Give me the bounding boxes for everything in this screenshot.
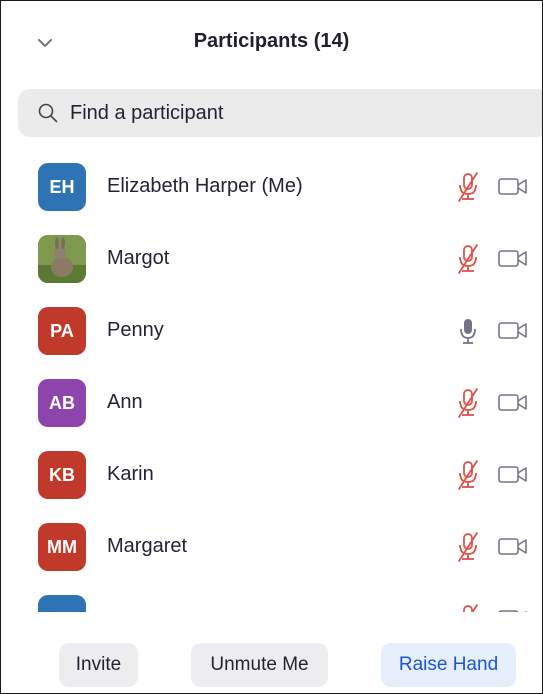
search-icon [38, 102, 60, 124]
mic-icon[interactable] [453, 315, 483, 347]
avatar-initials: MM [47, 536, 77, 557]
avatar: EH [38, 163, 86, 211]
panel-header: Participants (14) [1, 1, 542, 85]
mic-muted-icon[interactable] [453, 603, 483, 612]
participants-panel: Participants (14) EH Elizabeth Harper (Me… [0, 0, 543, 694]
participant-row[interactable]: MM Margaret [1, 511, 542, 583]
participant-row[interactable]: Margot [1, 223, 542, 295]
collapse-button[interactable] [31, 31, 59, 55]
mic-muted-icon[interactable] [453, 243, 483, 275]
avatar-photo [38, 235, 86, 283]
participant-name: Elizabeth Harper (Me) [107, 175, 303, 197]
participant-row[interactable]: EH Elizabeth Harper (Me) [1, 151, 542, 223]
video-off-icon[interactable] [497, 535, 529, 559]
avatar: KB [38, 451, 86, 499]
video-off-icon[interactable] [497, 607, 529, 612]
participant-row[interactable]: PA Penny [1, 295, 542, 367]
avatar: AB [38, 379, 86, 427]
mic-muted-icon[interactable] [453, 171, 483, 203]
chevron-down-icon [38, 38, 52, 47]
avatar [38, 595, 86, 612]
panel-footer: Invite Unmute Me Raise Hand [1, 613, 542, 693]
video-off-icon[interactable] [497, 175, 529, 199]
video-off-icon[interactable] [497, 463, 529, 487]
mic-muted-icon[interactable] [453, 387, 483, 419]
unmute-me-button[interactable]: Unmute Me [191, 643, 328, 687]
participant-row[interactable]: AB Ann [1, 367, 542, 439]
avatar: MM [38, 523, 86, 571]
participant-row[interactable] [1, 583, 542, 612]
participant-row[interactable]: KB Karin [1, 439, 542, 511]
panel-title: Participants (14) [193, 30, 350, 52]
invite-button[interactable]: Invite [59, 643, 138, 687]
participant-list: EH Elizabeth Harper (Me) Margot PA Penny AB An… [1, 151, 542, 612]
participant-name: Margaret [107, 535, 188, 557]
avatar-initials: PA [50, 320, 74, 341]
avatar-initials: KB [49, 464, 75, 485]
avatar: PA [38, 307, 86, 355]
video-off-icon[interactable] [497, 247, 529, 271]
video-off-icon[interactable] [497, 391, 529, 415]
video-off-icon[interactable] [497, 319, 529, 343]
participant-search [18, 89, 542, 137]
participant-name: Ann [107, 391, 143, 413]
avatar-initials: AB [49, 392, 75, 413]
participant-name: Penny [107, 319, 164, 341]
participant-name: Margot [107, 247, 170, 269]
mic-muted-icon[interactable] [453, 459, 483, 491]
raise-hand-button[interactable]: Raise Hand [381, 643, 516, 687]
participant-name: Karin [107, 463, 154, 485]
search-input[interactable] [68, 100, 512, 126]
avatar-initials: EH [49, 176, 75, 197]
mic-muted-icon[interactable] [453, 531, 483, 563]
